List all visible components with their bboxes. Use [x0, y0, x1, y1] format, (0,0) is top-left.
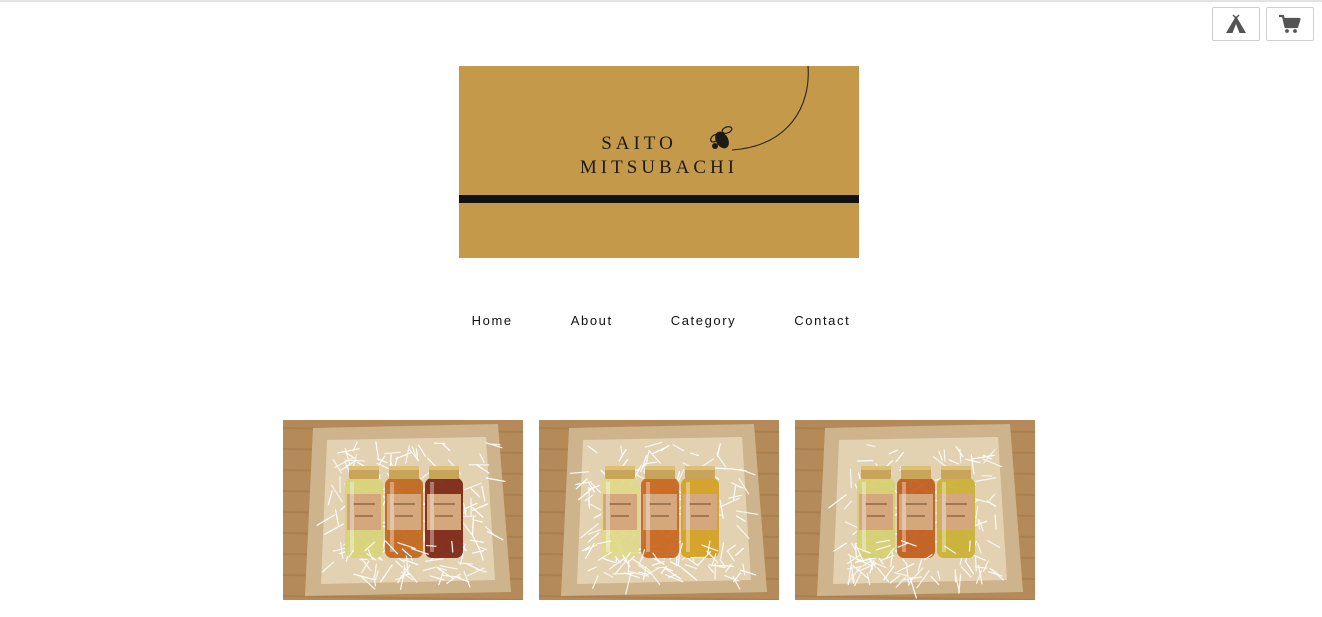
cart-button[interactable] — [1266, 7, 1314, 41]
logo-stripe — [459, 195, 859, 203]
product-image — [283, 420, 523, 600]
logo-line-mitsubachi: MITSUBACHI — [579, 157, 739, 178]
cart-icon — [1279, 14, 1301, 33]
product-card[interactable] — [795, 420, 1035, 600]
top-divider — [0, 0, 1322, 2]
main-nav: Home About Category Contact — [0, 313, 1322, 328]
product-image — [539, 420, 779, 600]
logo-line-saito: SAITO — [601, 133, 677, 154]
nav-about[interactable]: About — [542, 313, 642, 328]
tent-icon — [1226, 14, 1246, 33]
nav-home[interactable]: Home — [443, 313, 542, 328]
shop-home-button[interactable] — [1212, 7, 1260, 41]
product-card[interactable] — [283, 420, 523, 600]
product-image — [795, 420, 1035, 600]
site-logo[interactable]: SAITO MITSUBACHI — [459, 66, 859, 258]
product-card[interactable] — [539, 420, 779, 600]
product-grid — [283, 420, 1035, 600]
nav-contact[interactable]: Contact — [765, 313, 879, 328]
header-icon-bar — [1212, 7, 1314, 41]
nav-category[interactable]: Category — [642, 313, 766, 328]
